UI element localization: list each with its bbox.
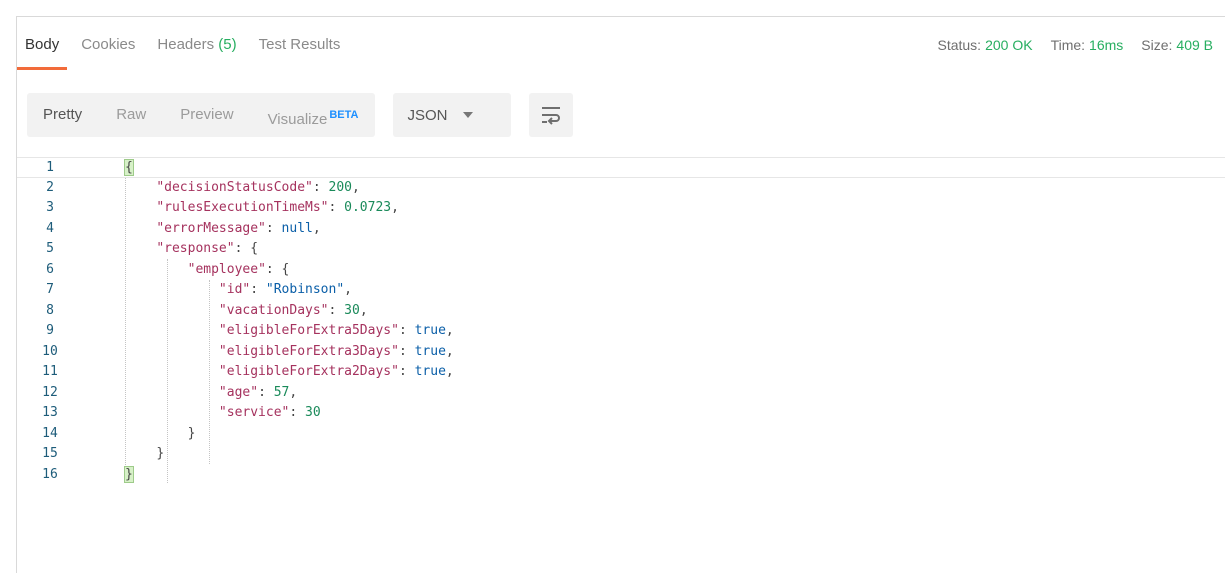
json-value: null (281, 220, 313, 236)
json-value: 30 (305, 405, 321, 420)
json-brace: } (187, 425, 196, 441)
json-value: true (414, 364, 446, 379)
status-label: Status: (937, 37, 982, 53)
json-value: 30 (344, 302, 360, 318)
json-brace: } (124, 465, 134, 483)
line-number: 1 (46, 160, 54, 175)
code-line: 14 } (17, 424, 1225, 445)
beta-badge: BETA (329, 109, 359, 121)
code-line: 10 "eligibleForExtra3Days": true, (17, 342, 1225, 363)
visualize-label: Visualize (267, 111, 328, 128)
json-value: "Robinson" (265, 282, 345, 297)
json-value: 200 (328, 179, 352, 195)
json-key: "response" (156, 241, 235, 256)
code-line: 8 "vacationDays": 30, (17, 301, 1225, 322)
line-number: 14 (42, 425, 58, 441)
line-number: 4 (46, 220, 54, 236)
code-line: 11 "eligibleForExtra2Days": true, (17, 362, 1225, 383)
json-key: "vacationDays" (218, 302, 329, 318)
line-number: 13 (42, 405, 58, 420)
json-key: "service" (218, 405, 290, 420)
json-key: "eligibleForExtra2Days" (218, 364, 399, 379)
json-key: "employee" (187, 261, 266, 277)
json-value: true (414, 323, 446, 338)
visualize-button[interactable]: Visualize BETA (251, 93, 376, 137)
wrap-lines-button[interactable] (529, 93, 574, 137)
json-value: 57 (273, 384, 290, 400)
preview-button[interactable]: Preview (163, 93, 250, 137)
json-key: "age" (218, 384, 259, 400)
time-value: 16ms (1089, 37, 1124, 53)
json-brace: { (124, 159, 134, 176)
json-key: "id" (218, 282, 251, 297)
body-toolbar: Pretty Raw Preview Visualize BETA JSON (27, 93, 574, 137)
line-number: 16 (42, 466, 58, 482)
code-line: 9 "eligibleForExtra5Days": true, (17, 321, 1225, 342)
tab-headers[interactable]: Headers (5) (157, 17, 236, 73)
json-value: 0.0723 (344, 200, 392, 215)
status-item[interactable]: Status: 200 OK (937, 37, 1032, 53)
response-meta: Status: 200 OK Time: 16ms Size: 409 B (919, 17, 1213, 73)
view-mode-group: Pretty Raw Preview Visualize BETA (27, 93, 376, 137)
time-label: Time: (1050, 37, 1086, 53)
tab-cookies[interactable]: Cookies (81, 17, 135, 73)
json-key: "eligibleForExtra3Days" (218, 343, 399, 359)
line-number: 10 (42, 343, 58, 359)
tab-label: Body (25, 36, 60, 53)
tab-test-results[interactable]: Test Results (259, 17, 341, 73)
size-value: 409 B (1176, 37, 1213, 53)
line-number: 5 (46, 241, 54, 256)
json-key: "errorMessage" (156, 220, 266, 236)
tab-label: Test Results (258, 36, 341, 53)
code-line: 7 "id": "Robinson", (17, 280, 1225, 301)
chevron-down-icon (463, 112, 474, 118)
json-key: "eligibleForExtra5Days" (218, 323, 399, 338)
wrap-icon (542, 107, 561, 125)
json-key: "rulesExecutionTimeMs" (156, 200, 329, 215)
tab-label: Headers (157, 36, 215, 53)
line-number: 8 (46, 302, 54, 318)
code-line: 16} (17, 465, 1225, 486)
pretty-button[interactable]: Pretty (27, 93, 99, 137)
code-line: 2 "decisionStatusCode": 200, (17, 178, 1225, 199)
size-label: Size: (1141, 37, 1173, 53)
json-brace: } (156, 446, 165, 461)
status-value: 200 OK (985, 37, 1033, 53)
line-number: 3 (46, 200, 54, 215)
code-line: 6 "employee": { (17, 260, 1225, 281)
time-item[interactable]: Time: 16ms (1051, 37, 1124, 53)
response-tabs: Body Cookies Headers (5) Test Results St… (17, 17, 1225, 73)
json-key: "decisionStatusCode" (156, 179, 313, 195)
line-number: 11 (42, 364, 58, 379)
line-number: 7 (46, 282, 54, 297)
code-line: 4 "errorMessage": null, (17, 219, 1225, 240)
headers-count: (5) (218, 36, 237, 53)
tab-body[interactable]: Body (17, 17, 68, 73)
json-viewer[interactable]: 1{ 2 "decisionStatusCode": 200, 3 "rules… (17, 157, 1225, 573)
tab-label: Cookies (81, 36, 136, 53)
response-panel: Body Cookies Headers (5) Test Results St… (16, 16, 1225, 573)
code-line: 3 "rulesExecutionTimeMs": 0.0723, (17, 198, 1225, 219)
format-select-value: JSON (407, 106, 448, 124)
line-number: 6 (46, 261, 54, 277)
code-line: 5 "response": { (17, 239, 1225, 260)
code-line: 13 "service": 30 (17, 403, 1225, 424)
json-value: true (414, 343, 446, 359)
line-number: 15 (42, 446, 58, 461)
code-line: 12 "age": 57, (17, 383, 1225, 404)
line-number: 2 (46, 179, 54, 195)
format-select[interactable]: JSON (393, 93, 512, 137)
line-number: 12 (42, 384, 58, 400)
size-item[interactable]: Size: 409 B (1141, 37, 1213, 53)
raw-button[interactable]: Raw (99, 93, 163, 137)
line-number: 9 (46, 323, 54, 338)
code-line: 15 } (17, 444, 1225, 465)
code-line: 1{ (17, 157, 1225, 178)
